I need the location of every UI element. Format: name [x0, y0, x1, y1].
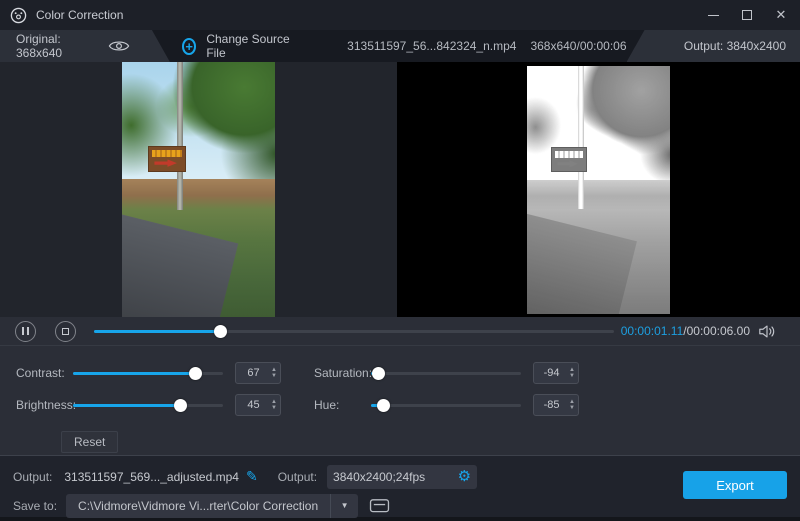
tab-original[interactable]: Original: 368x640 — [0, 30, 170, 62]
hue-down-icon[interactable]: ▼ — [569, 405, 575, 411]
brightness-spinbox[interactable]: 45 ▲ ▼ — [235, 394, 281, 416]
titlebar: Color Correction ✕ — [0, 0, 800, 30]
source-file-info: 368x640/00:00:06 — [530, 39, 627, 53]
hue-spinbox[interactable]: -85 ▲ ▼ — [533, 394, 579, 416]
stop-icon — [62, 327, 69, 335]
change-source-file-button[interactable]: Change Source File — [206, 32, 291, 60]
brightness-down-icon[interactable]: ▼ — [271, 405, 277, 411]
video-scene-original — [122, 62, 275, 317]
hue-control: Hue: -85 ▲ ▼ — [314, 394, 579, 416]
original-preview-pane — [0, 62, 397, 317]
contrast-down-icon[interactable]: ▼ — [271, 373, 277, 379]
contrast-value[interactable]: 67 — [236, 367, 271, 379]
minimize-button[interactable] — [706, 8, 720, 22]
window-title: Color Correction — [36, 8, 124, 22]
video-scene-output — [527, 65, 670, 314]
brightness-label: Brightness: — [16, 398, 77, 412]
brightness-slider-thumb[interactable] — [174, 398, 187, 412]
folder-icon — [369, 499, 390, 513]
saturation-slider-thumb[interactable] — [372, 366, 385, 380]
hue-slider[interactable] — [371, 398, 521, 413]
output-name-label: Output: — [13, 469, 53, 484]
contrast-label: Contrast: — [16, 366, 65, 380]
output-name-row: Output: 313511597_569..._adjusted.mp4 ✎ … — [13, 464, 800, 489]
time-display: 00:00:01.11/00:00:06.00 — [620, 324, 750, 338]
output-preview-pane — [397, 62, 800, 317]
plus-icon[interactable]: + — [181, 37, 197, 55]
output-settings-label: Output: — [277, 469, 318, 484]
toolbar-center: + Change Source File 313511597_56...8423… — [181, 30, 627, 62]
color-correction-app-icon — [10, 7, 27, 24]
contrast-slider[interactable] — [73, 366, 223, 381]
output-format-value: 3840x2400;24fps — [333, 469, 426, 484]
elapsed-time: 00:00:01.11 — [620, 324, 684, 338]
output-video-preview — [527, 65, 670, 314]
saturation-value[interactable]: -94 — [534, 367, 569, 379]
stop-button[interactable] — [55, 320, 76, 342]
seek-slider[interactable] — [94, 324, 614, 339]
save-to-label: Save to: — [13, 498, 58, 513]
pause-icon — [22, 327, 29, 335]
close-button[interactable]: ✕ — [774, 7, 788, 22]
pause-button[interactable] — [15, 320, 36, 342]
chevron-down-icon[interactable]: ▼ — [331, 501, 358, 510]
street-sign — [148, 146, 187, 172]
seek-slider-thumb[interactable] — [214, 324, 227, 338]
brightness-value[interactable]: 45 — [236, 399, 271, 411]
tab-output[interactable]: Output: 3840x2400 — [626, 30, 800, 62]
contrast-control: Contrast: 67 ▲ ▼ — [16, 362, 281, 384]
save-path-value: C:\Vidmore\Vidmore Vi...rter\Color Corre… — [78, 498, 319, 513]
source-toolbar: Original: 368x640 + Change Source File 3… — [0, 30, 800, 62]
hue-slider-thumb[interactable] — [377, 398, 390, 412]
volume-icon[interactable] — [758, 324, 776, 339]
saturation-control: Saturation: -94 ▲ ▼ — [314, 362, 579, 384]
output-file-name: 313511597_569..._adjusted.mp4 — [64, 469, 239, 484]
export-button[interactable]: Export — [683, 471, 787, 499]
gear-icon[interactable]: ⚙ — [458, 469, 471, 484]
street-sign — [551, 147, 588, 173]
original-video-preview — [122, 62, 275, 317]
original-resolution-label: Original: 368x640 — [16, 32, 63, 60]
brightness-slider[interactable] — [73, 398, 223, 413]
controls-panel: 00:00:01.11/00:00:06.00 Contrast: 67 ▲ ▼ … — [0, 317, 800, 455]
output-resolution-label: Output: 3840x2400 — [683, 39, 786, 53]
playback-bar: 00:00:01.11/00:00:06.00 — [0, 317, 800, 346]
saturation-slider[interactable] — [371, 366, 521, 381]
hue-value[interactable]: -85 — [534, 399, 569, 411]
reset-button[interactable]: Reset — [61, 431, 119, 453]
save-to-row: Save to: C:\Vidmore\Vidmore Vi...rter\Co… — [13, 493, 800, 518]
eye-icon[interactable] — [108, 39, 130, 53]
contrast-slider-thumb[interactable] — [189, 366, 202, 380]
output-bar: Output: 313511597_569..._adjusted.mp4 ✎ … — [0, 455, 800, 521]
maximize-button[interactable] — [740, 8, 754, 22]
contrast-spinbox[interactable]: 67 ▲ ▼ — [235, 362, 281, 384]
adjustments-section: Contrast: 67 ▲ ▼ Saturation: -94 ▲ ▼ Bri… — [0, 346, 800, 453]
saturation-spinbox[interactable]: -94 ▲ ▼ — [533, 362, 579, 384]
hue-label: Hue: — [314, 398, 340, 412]
source-file-name: 313511597_56...842324_n.mp4 — [347, 39, 517, 53]
edit-name-icon[interactable]: ✎ — [246, 468, 258, 485]
browse-folder-button[interactable] — [369, 497, 390, 514]
window-controls: ✕ — [706, 7, 788, 22]
total-duration: 00:00:06.00 — [686, 324, 750, 338]
save-path-dropdown[interactable]: C:\Vidmore\Vidmore Vi...rter\Color Corre… — [66, 493, 359, 518]
brightness-control: Brightness: 45 ▲ ▼ — [16, 394, 281, 416]
output-format-field[interactable]: 3840x2400;24fps ⚙ — [327, 464, 478, 489]
preview-area — [0, 62, 800, 317]
saturation-down-icon[interactable]: ▼ — [569, 373, 575, 379]
saturation-label: Saturation: — [314, 366, 373, 380]
